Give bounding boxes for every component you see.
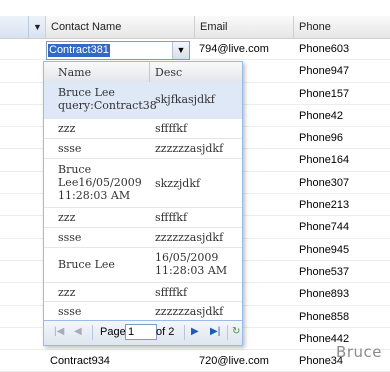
item-desc: skjfkasjdkf xyxy=(155,93,215,106)
toolbar-separator xyxy=(184,325,185,340)
cell-phone: Phone307 xyxy=(299,176,350,189)
item-desc: zzzzzzasjdkf xyxy=(155,142,224,155)
column-header-email[interactable]: Email xyxy=(195,16,294,38)
item-name: zzz xyxy=(58,122,76,135)
dropdown-items: Bruce Lee query:Contract38 skjfkasjdkf z… xyxy=(44,82,242,321)
page-label: Page xyxy=(100,326,126,338)
cell-phone: Phone945 xyxy=(299,243,350,256)
item-desc: 16/05/2009 11:28:03 AM xyxy=(155,251,228,277)
chevron-down-icon: ▼ xyxy=(33,22,42,32)
item-name: Bruce Lee xyxy=(58,258,115,271)
list-item[interactable]: Bruce Lee 16/05/2009 11:28:03 AM xyxy=(44,248,242,283)
prev-page-icon[interactable]: ◀ xyxy=(74,326,82,337)
cell-phone: Phone213 xyxy=(299,199,350,212)
contact-combo-editor[interactable]: Contract381 ▼ xyxy=(46,41,190,60)
item-name: zzz xyxy=(58,211,76,224)
item-name: ssse xyxy=(58,231,82,244)
combo-value[interactable]: Contract381 xyxy=(48,44,110,57)
cell-phone: Phone164 xyxy=(299,154,350,167)
combo-dropdown-list: Name Desc Bruce Lee query:Contract38 skj… xyxy=(43,61,243,346)
refresh-icon[interactable]: ↻ xyxy=(232,326,240,337)
item-desc: zzzzzzasjdkf xyxy=(155,305,224,318)
cell-phone: Phone96 xyxy=(299,132,344,145)
paging-toolbar: |◀ ◀ Page of 2 ▶ ▶| ↻ xyxy=(44,320,242,345)
cell-phone: Phone858 xyxy=(299,310,350,323)
page-number-input[interactable] xyxy=(125,324,157,340)
dropdown-header-name: Name xyxy=(58,66,92,79)
combo-trigger-button[interactable]: ▼ xyxy=(172,42,189,59)
item-name: zzz xyxy=(58,286,76,299)
item-name: ssse xyxy=(58,142,82,155)
item-name: Bruce Lee16/05/2009 11:28:03 AM xyxy=(58,163,142,202)
first-page-icon[interactable]: |◀ xyxy=(54,326,64,337)
item-name: Bruce Lee query:Contract38 xyxy=(58,86,157,112)
next-page-icon[interactable]: ▶ xyxy=(191,326,199,337)
watermark-text: Bruce xyxy=(336,343,382,361)
list-item[interactable]: Bruce Lee query:Contract38 skjfkasjdkf xyxy=(44,82,242,119)
item-desc: sffffkf xyxy=(155,122,188,135)
cell-phone: Phone744 xyxy=(299,221,350,234)
toolbar-separator xyxy=(227,325,228,340)
column-header-phone[interactable]: Phone xyxy=(294,16,390,38)
cell-email: 794@live.com xyxy=(199,43,269,55)
last-page-icon[interactable]: ▶| xyxy=(210,326,220,337)
cell-phone: Phone947 xyxy=(299,65,350,78)
cell-phone: Phone42 xyxy=(299,109,344,122)
table-row[interactable]: Contract934 720@live.com Phone34 xyxy=(0,350,390,372)
item-desc: skzzjdkf xyxy=(155,177,201,190)
list-item[interactable]: zzz sffffkf xyxy=(44,119,242,139)
item-desc: sffffkf xyxy=(155,286,188,299)
item-desc: sffffkf xyxy=(155,211,188,224)
toolbar-separator xyxy=(92,325,93,340)
list-item[interactable]: zzz sffffkf xyxy=(44,283,242,302)
cell-phone: Phone157 xyxy=(299,87,350,100)
list-item[interactable]: ssse zzzzzzasjdkf xyxy=(44,139,242,159)
column-header-name[interactable]: ▼ xyxy=(0,16,46,38)
item-name: ssse xyxy=(58,305,82,318)
list-item[interactable]: ssse zzzzzzasjdkf xyxy=(44,302,242,321)
cell-email: 720@live.com xyxy=(199,355,269,368)
cell-phone: Phone893 xyxy=(299,288,350,301)
list-item[interactable]: zzz sffffkf xyxy=(44,208,242,228)
page-count-label: of 2 xyxy=(156,326,175,338)
grid-header: ▼ Contact Name Email Phone xyxy=(0,16,390,39)
chevron-down-icon: ▼ xyxy=(176,45,186,55)
cell-phone: Phone537 xyxy=(299,265,350,278)
column-menu-trigger[interactable]: ▼ xyxy=(28,16,46,38)
column-header-contact[interactable]: Contact Name xyxy=(46,16,195,38)
cell-contact: Contract934 xyxy=(50,355,110,368)
list-item[interactable]: Bruce Lee16/05/2009 11:28:03 AM skzzjdkf xyxy=(44,159,242,208)
dropdown-header-desc: Desc xyxy=(155,66,183,79)
header-divider xyxy=(149,62,150,82)
item-desc: zzzzzzasjdkf xyxy=(155,231,224,244)
dropdown-header: Name Desc xyxy=(44,62,242,83)
cell-phone: Phone603 xyxy=(299,43,350,55)
list-item[interactable]: ssse zzzzzzasjdkf xyxy=(44,228,242,248)
